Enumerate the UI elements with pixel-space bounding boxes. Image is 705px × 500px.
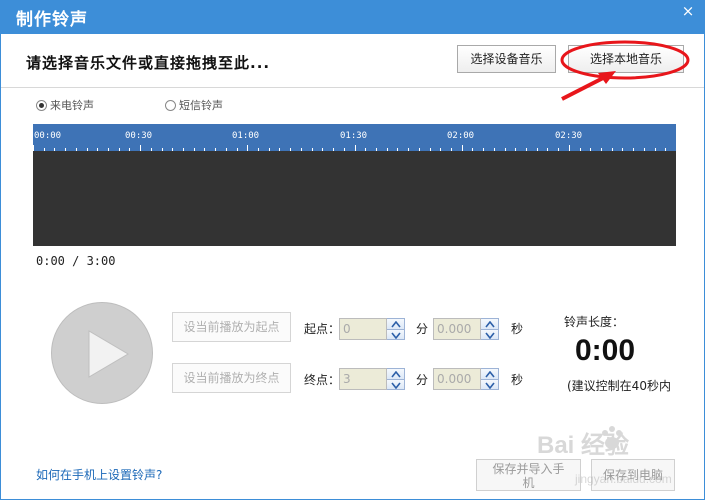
second-unit-label: 秒 [511, 373, 524, 387]
radio-incoming-call-ringtone[interactable]: 来电铃声 [36, 97, 94, 113]
save-and-import-to-phone-button[interactable]: 保存并导入手 机 [476, 459, 581, 491]
end-minutes-stepper[interactable]: 3 [339, 368, 405, 390]
save-phone-label-line1: 保存并导入手 [492, 462, 565, 476]
ringtone-length-label: 铃声长度： [564, 315, 625, 329]
end-seconds-field[interactable]: 0.000 [433, 368, 481, 390]
window-title: 制作铃声 [16, 10, 88, 30]
select-device-music-button[interactable]: 选择设备音乐 [457, 45, 556, 73]
set-end-point-button[interactable]: 设当前播放为终点 [172, 363, 291, 393]
end-seconds-stepper[interactable]: 0.000 [433, 368, 499, 390]
radio-selected-icon [36, 99, 47, 111]
chevron-up-icon[interactable] [387, 369, 404, 379]
timeline-label: 00:00 [34, 131, 62, 141]
chevron-down-icon[interactable] [387, 378, 404, 389]
timeline-label: 02:00 [447, 131, 475, 141]
start-seconds-stepper[interactable]: 0.000 [433, 318, 499, 340]
start-point-label: 起点： [304, 322, 341, 336]
chevron-up-icon[interactable] [481, 319, 498, 329]
timeline-label: 01:30 [340, 131, 368, 141]
end-point-label: 终点： [304, 373, 341, 387]
save-phone-label-line2: 机 [522, 476, 535, 490]
chevron-down-icon[interactable] [481, 328, 498, 339]
chevron-up-icon[interactable] [481, 369, 498, 379]
ringtone-length-value: 0:00 [575, 334, 636, 367]
play-icon [88, 330, 129, 378]
start-seconds-field[interactable]: 0.000 [433, 318, 481, 340]
save-to-pc-button[interactable]: 保存到电脑 [591, 459, 675, 491]
title-bar: 制作铃声 × [0, 0, 705, 34]
second-unit-label: 秒 [511, 322, 524, 336]
select-local-music-button[interactable]: 选择本地音乐 [568, 45, 684, 73]
set-start-point-button[interactable]: 设当前播放为起点 [172, 312, 291, 342]
help-set-ringtone-link[interactable]: 如何在手机上设置铃声? [36, 466, 162, 483]
timeline-label: 02:30 [555, 131, 583, 141]
radio-sms-label: 短信铃声 [179, 99, 223, 112]
chevron-down-icon[interactable] [387, 328, 404, 339]
play-button[interactable] [51, 302, 153, 404]
start-minutes-stepper[interactable]: 0 [339, 318, 405, 340]
chevron-up-icon[interactable] [387, 319, 404, 329]
minute-unit-label: 分 [416, 322, 429, 336]
radio-incoming-call-label: 来电铃声 [50, 99, 94, 112]
drop-prompt: 请选择音乐文件或直接拖拽至此... [26, 54, 271, 72]
timeline-label: 00:30 [125, 131, 153, 141]
timeline-label: 01:00 [232, 131, 260, 141]
start-minutes-field[interactable]: 0 [339, 318, 387, 340]
end-minutes-field[interactable]: 3 [339, 368, 387, 390]
ringtone-length-hint: (建议控制在40秒内 [567, 379, 671, 393]
radio-unselected-icon [165, 99, 176, 111]
waveform-area[interactable] [33, 151, 676, 246]
close-icon[interactable]: × [679, 2, 697, 20]
minute-unit-label: 分 [416, 373, 429, 387]
timeline-ruler[interactable]: 00:00 00:30 01:00 01:30 02:00 02:30 [33, 124, 676, 151]
radio-sms-ringtone[interactable]: 短信铃声 [165, 97, 223, 113]
chevron-down-icon[interactable] [481, 378, 498, 389]
playback-timecode: 0:00 / 3:00 [36, 254, 116, 268]
